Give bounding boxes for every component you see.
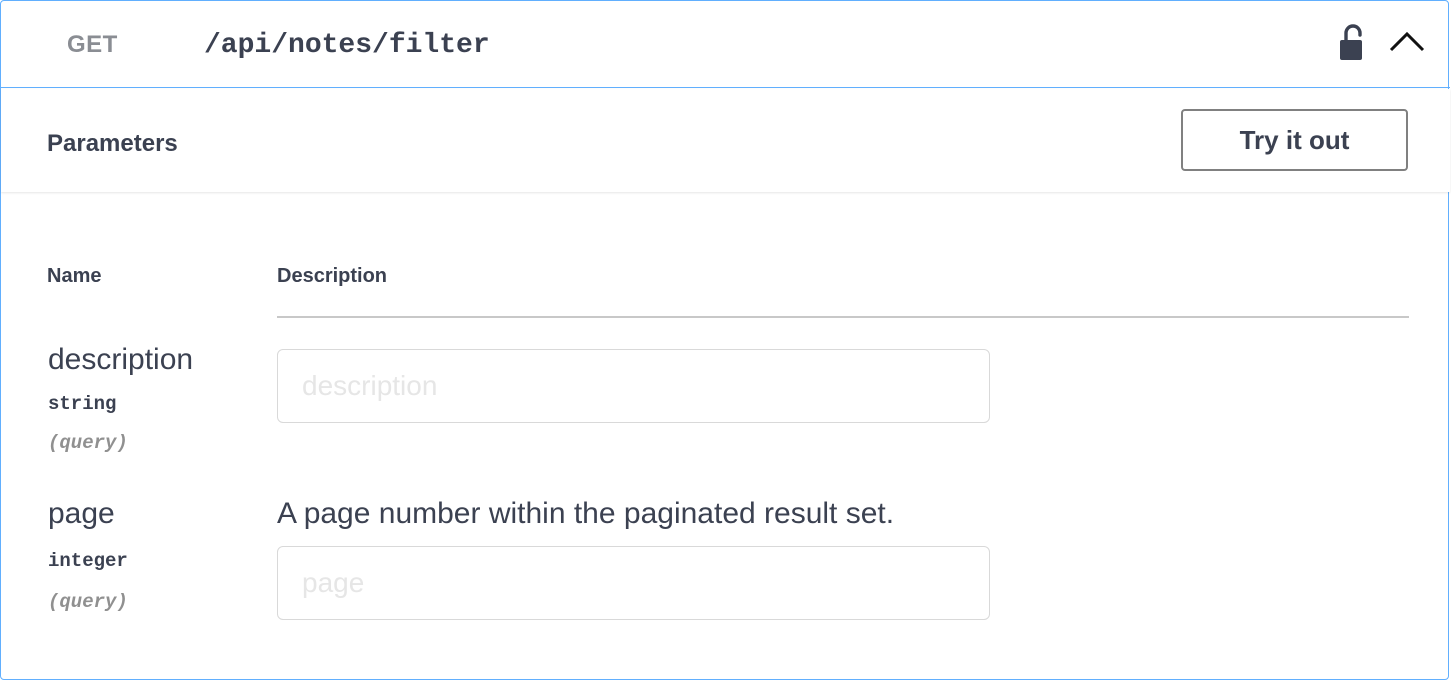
parameter-type: string (48, 393, 117, 415)
operation-block: GET /api/notes/filter Parameters Try it … (0, 0, 1450, 680)
parameters-title: Parameters (47, 130, 178, 157)
operation-summary[interactable]: GET /api/notes/filter (1, 1, 1450, 88)
parameter-type: integer (48, 550, 128, 572)
column-header-name: Name (47, 265, 102, 287)
unlocked-padlock-icon[interactable] (1338, 23, 1368, 63)
http-method-badge: GET (67, 31, 118, 58)
header-divider (277, 316, 1409, 318)
chevron-up-icon[interactable] (1389, 29, 1425, 53)
description-input[interactable] (277, 349, 990, 423)
column-header-description: Description (277, 265, 388, 287)
parameter-name: description (48, 343, 194, 376)
page-input[interactable] (277, 546, 990, 620)
header-divider (47, 316, 277, 317)
parameter-location: (query) (48, 432, 128, 454)
parameters-header: Parameters Try it out (1, 89, 1450, 192)
parameter-location: (query) (48, 591, 128, 613)
parameter-description: A page number within the paginated resul… (277, 497, 895, 530)
endpoint-path: /api/notes/filter (204, 30, 490, 61)
try-it-out-button[interactable]: Try it out (1181, 109, 1408, 171)
parameter-name: page (48, 497, 115, 530)
